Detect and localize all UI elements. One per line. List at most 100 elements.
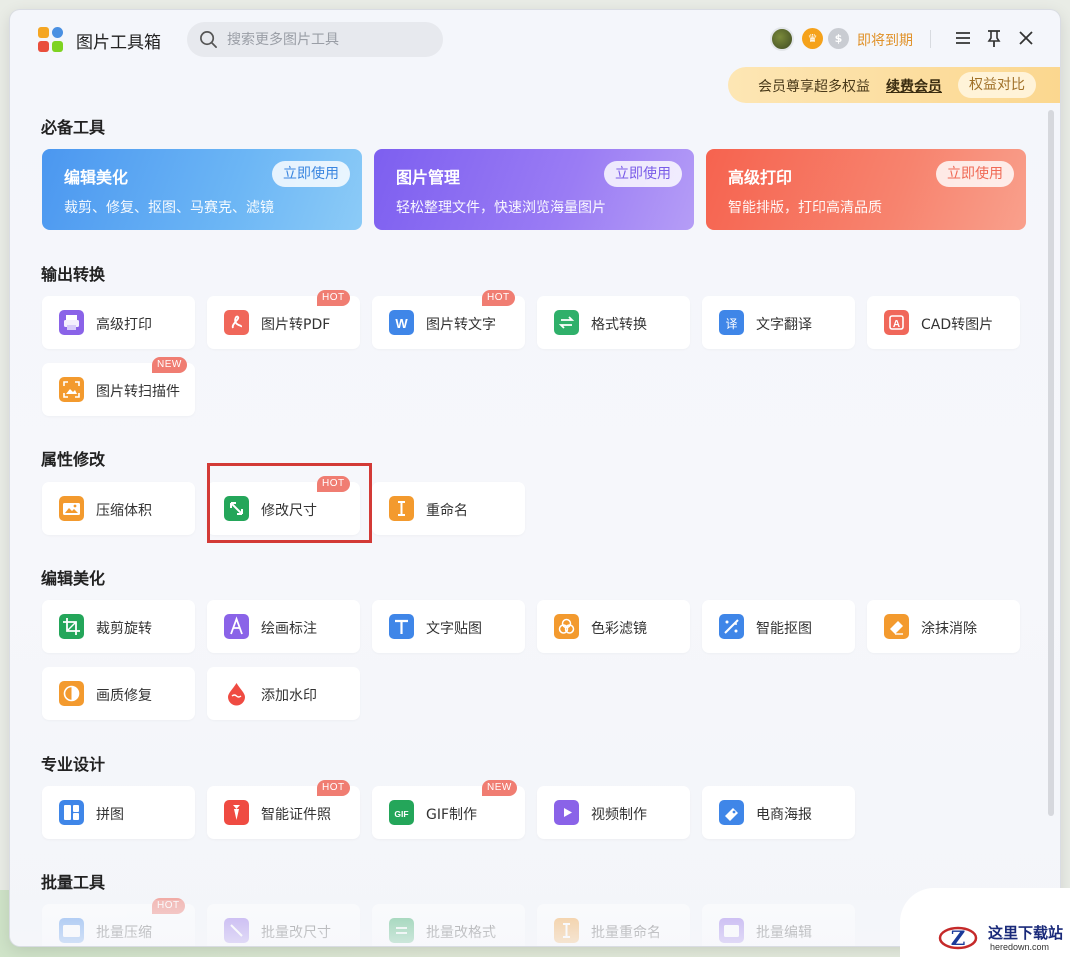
tool-cad-to-image[interactable]: A CAD转图片 (867, 296, 1020, 349)
image-toolbox-window: 图片工具箱 ♛ $ 即将到期 会员尊享超多权益 续费会员 权益对比 必备工具 输… (10, 10, 1060, 946)
svg-text:译: 译 (725, 317, 737, 331)
svg-text:GIF: GIF (394, 809, 408, 819)
tool-label: 高级打印 (96, 317, 152, 333)
tool-draw-annotate[interactable]: 绘画标注 (207, 600, 360, 653)
hot-badge: HOT (317, 780, 350, 796)
use-now-button[interactable]: 立即使用 (272, 161, 350, 187)
tool-collage[interactable]: 拼图 (42, 786, 195, 839)
tool-label: 压缩体积 (96, 503, 152, 519)
highlight-box (207, 463, 372, 543)
tool-batch-edit[interactable]: 批量编辑 (702, 904, 855, 946)
quality-icon (59, 681, 84, 706)
filter-icon (554, 614, 579, 639)
tool-label: CAD转图片 (921, 317, 994, 333)
batch-format-icon (389, 918, 414, 943)
section-title-edit: 编辑美化 (41, 569, 106, 588)
tool-batch-rename[interactable]: 批量重命名 (537, 904, 690, 946)
scrollbar[interactable] (1048, 110, 1054, 816)
tool-smart-cutout[interactable]: 智能抠图 (702, 600, 855, 653)
tool-image-to-scan[interactable]: 图片转扫描件 NEW (42, 357, 195, 416)
tool-format-convert[interactable]: 格式转换 (537, 296, 690, 349)
feature-title: 编辑美化 (64, 168, 129, 187)
scan-icon (59, 377, 84, 402)
header-divider (930, 30, 931, 48)
tool-label: 电商海报 (756, 807, 812, 823)
app-logo-icon (38, 27, 64, 53)
hot-badge: HOT (317, 290, 350, 306)
pin-icon[interactable] (982, 26, 1006, 50)
tool-label: 视频制作 (591, 807, 647, 823)
tool-print[interactable]: 高级打印 (42, 296, 195, 349)
tool-id-photo[interactable]: 智能证件照 HOT (207, 780, 360, 839)
feature-title: 图片管理 (396, 168, 461, 187)
text-icon (389, 614, 414, 639)
section-title-output: 输出转换 (41, 265, 106, 284)
tool-batch-resize[interactable]: 批量改尺寸 (207, 904, 360, 946)
tool-label: 图片转PDF (261, 317, 331, 333)
tool-video-maker[interactable]: 视频制作 (537, 786, 690, 839)
tool-label: 文字贴图 (426, 621, 482, 637)
expire-status[interactable]: 即将到期 (857, 30, 913, 50)
draw-icon (224, 614, 249, 639)
site-watermark: Z 这里下载站 heredown.com (900, 888, 1070, 957)
svg-text:A: A (893, 319, 900, 330)
tool-erase[interactable]: 涂抹消除 (867, 600, 1020, 653)
section-title-design: 专业设计 (41, 755, 106, 774)
tool-label: GIF制作 (426, 807, 478, 823)
batch-compress-icon (59, 918, 84, 943)
tool-add-watermark[interactable]: 添加水印 (207, 667, 360, 720)
tool-text-sticker[interactable]: 文字贴图 (372, 600, 525, 653)
new-badge: NEW (152, 357, 187, 373)
tool-label: 批量压缩 (96, 925, 152, 941)
tool-label: 格式转换 (591, 317, 647, 333)
feature-card-manage[interactable]: 图片管理 轻松整理文件，快速浏览海量图片 立即使用 (374, 149, 694, 230)
section-title-essential: 必备工具 (41, 118, 106, 137)
hot-badge: HOT (482, 290, 515, 306)
use-now-button[interactable]: 立即使用 (936, 161, 1014, 187)
close-icon[interactable] (1014, 26, 1038, 50)
tool-crop-rotate[interactable]: 裁剪旋转 (42, 600, 195, 653)
feature-desc: 轻松整理文件，快速浏览海量图片 (396, 200, 606, 216)
tool-image-to-text[interactable]: W 图片转文字 HOT (372, 290, 525, 349)
tool-label: 图片转文字 (426, 317, 496, 333)
watermark-logo-icon: Z (938, 926, 978, 950)
vip-renew-link[interactable]: 续费会员 (886, 76, 942, 96)
video-icon (554, 800, 579, 825)
tool-color-filter[interactable]: 色彩滤镜 (537, 600, 690, 653)
use-now-button[interactable]: 立即使用 (604, 161, 682, 187)
watermark-cn: 这里下载站 (988, 924, 1064, 942)
tool-batch-compress[interactable]: 批量压缩 HOT (42, 898, 195, 946)
printer-icon (59, 310, 84, 335)
tool-quality-repair[interactable]: 画质修复 (42, 667, 195, 720)
new-badge: NEW (482, 780, 517, 796)
tool-label: 色彩滤镜 (591, 621, 647, 637)
batch-edit-icon (719, 918, 744, 943)
avatar[interactable] (770, 27, 794, 51)
tool-label: 智能证件照 (261, 807, 331, 823)
watermark-en: heredown.com (990, 942, 1050, 952)
feature-card-edit[interactable]: 编辑美化 裁剪、修复、抠图、马赛克、滤镜 立即使用 (42, 149, 362, 230)
tool-rename[interactable]: 重命名 (372, 482, 525, 535)
tool-translate[interactable]: 译 文字翻译 (702, 296, 855, 349)
tool-label: 智能抠图 (756, 621, 812, 637)
search-input[interactable] (227, 22, 432, 57)
tool-batch-format[interactable]: 批量改格式 (372, 904, 525, 946)
menu-icon[interactable] (951, 26, 975, 50)
tool-ecommerce-poster[interactable]: 电商海报 (702, 786, 855, 839)
tool-label: 批量改尺寸 (261, 925, 331, 941)
tool-label: 拼图 (96, 807, 124, 823)
translate-icon: 译 (719, 310, 744, 335)
eraser-icon (884, 614, 909, 639)
tool-image-to-pdf[interactable]: 图片转PDF HOT (207, 290, 360, 349)
tool-compress[interactable]: 压缩体积 (42, 482, 195, 535)
format-convert-icon (554, 310, 579, 335)
vip-compare-button[interactable]: 权益对比 (958, 72, 1036, 98)
search-box[interactable] (187, 22, 443, 57)
tool-label: 批量改格式 (426, 925, 496, 941)
tool-label: 图片转扫描件 (96, 384, 180, 400)
tool-label: 添加水印 (261, 688, 317, 704)
tool-gif-maker[interactable]: GIF GIF制作 NEW (372, 780, 525, 839)
svg-text:Z: Z (951, 926, 966, 950)
id-photo-icon (224, 800, 249, 825)
feature-card-print[interactable]: 高级打印 智能排版，打印高清品质 立即使用 (706, 149, 1026, 230)
